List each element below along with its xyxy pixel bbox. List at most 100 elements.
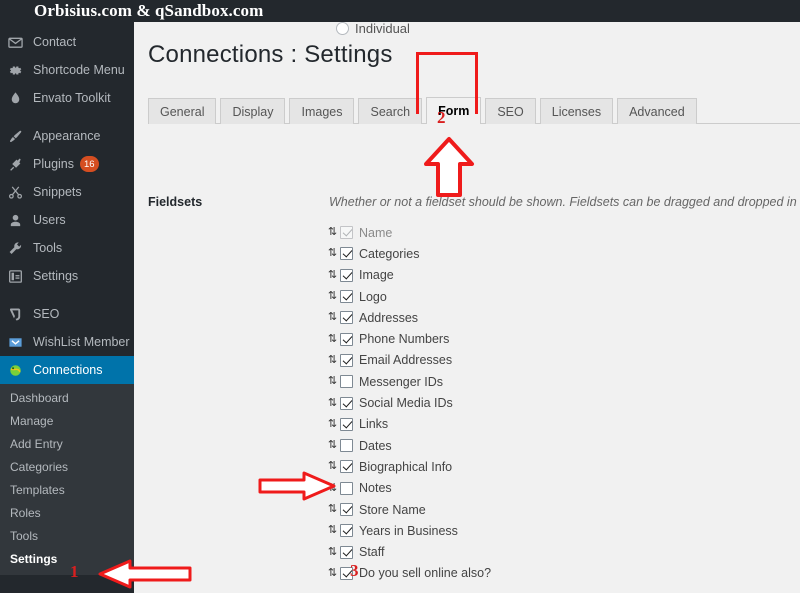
fieldset-checkbox[interactable] <box>340 503 353 516</box>
drag-handle-icon[interactable]: ⇅ <box>327 546 338 558</box>
fieldset-row[interactable]: ⇅ Email Addresses <box>327 350 491 371</box>
fieldset-checkbox[interactable] <box>340 311 353 325</box>
drag-handle-icon[interactable]: ⇅ <box>327 376 338 387</box>
drag-handle-icon[interactable]: ⇅ <box>327 291 338 302</box>
fieldset-row[interactable]: ⇅ Years in Business <box>327 520 491 541</box>
submenu-item-settings[interactable]: Settings <box>0 548 134 571</box>
fieldset-row[interactable]: ⇅ Categories <box>327 243 491 264</box>
fieldset-checkbox[interactable] <box>340 332 353 346</box>
fieldset-row[interactable]: ⇅ Store Name <box>327 499 491 520</box>
drag-handle-icon[interactable]: ⇅ <box>327 397 338 409</box>
tab-label: Images <box>301 105 343 119</box>
fieldset-checkbox[interactable] <box>340 439 353 453</box>
submenu-item-categories[interactable]: Categories <box>0 456 134 479</box>
tab-display[interactable]: Display <box>220 98 286 124</box>
sidebar-item-shortcode-menu[interactable]: Shortcode Menu <box>0 56 134 84</box>
wrench-icon <box>8 239 28 257</box>
fieldset-row[interactable]: ⇅ Links <box>327 414 491 435</box>
sidebar-item-wishlist-member[interactable]: WishList Member <box>0 328 134 356</box>
fieldset-row[interactable]: ⇅ Staff <box>327 541 491 562</box>
tab-label: SEO <box>497 105 524 119</box>
sidebar-item-envato-toolkit[interactable]: Envato Toolkit <box>0 84 134 112</box>
drag-handle-icon[interactable]: ⇅ <box>327 525 338 536</box>
drag-handle-icon[interactable]: ⇅ <box>327 504 338 515</box>
fieldset-row[interactable]: ⇅ Dates <box>327 435 491 456</box>
fieldset-checkbox[interactable] <box>340 481 353 495</box>
fieldset-checkbox[interactable] <box>340 268 353 282</box>
sidebar-item-label: Snippets <box>33 185 82 199</box>
fieldset-label: Logo <box>359 289 387 304</box>
tab-search[interactable]: Search <box>358 98 423 124</box>
fieldset-row[interactable]: ⇅ Phone Numbers <box>327 328 491 349</box>
fieldset-checkbox[interactable] <box>340 290 353 304</box>
fieldset-checkbox[interactable] <box>340 545 353 559</box>
submenu-item-label: Dashboard <box>10 391 69 405</box>
tab-advanced[interactable]: Advanced <box>617 98 697 124</box>
fieldset-label: Name <box>359 225 393 240</box>
fieldset-row[interactable]: ⇅ Image <box>327 265 491 286</box>
drag-handle-icon[interactable]: ⇅ <box>327 461 338 472</box>
fieldset-checkbox[interactable] <box>340 460 353 474</box>
sidebar-item-plugins[interactable]: Plugins 16 <box>0 150 134 178</box>
admin-sidebar: Contact Shortcode Menu Envato Toolkit Ap… <box>0 22 142 593</box>
fieldset-checkbox[interactable] <box>340 353 353 367</box>
drag-handle-icon[interactable]: ⇅ <box>327 248 338 259</box>
fieldset-label: Dates <box>359 438 392 453</box>
fieldset-checkbox[interactable] <box>340 247 353 261</box>
fieldsets-list: ⇅ Name ⇅ Categories ⇅ Image ⇅ Logo ⇅ Addresses ⇅ Ph… <box>327 222 491 584</box>
sidebar-item-settings[interactable]: Settings <box>0 262 134 290</box>
fieldset-row[interactable]: ⇅ Social Media IDs <box>327 392 491 413</box>
submenu-item-tools[interactable]: Tools <box>0 525 134 548</box>
paintbrush-icon <box>8 127 28 145</box>
sidebar-item-label: Shortcode Menu <box>33 63 125 77</box>
drag-handle-icon[interactable]: ⇅ <box>327 354 338 366</box>
fieldset-row[interactable]: ⇅ Notes <box>327 478 491 499</box>
sidebar-item-connections[interactable]: Connections <box>0 356 142 384</box>
fieldset-checkbox <box>340 226 353 240</box>
sidebar-item-appearance[interactable]: Appearance <box>0 122 134 150</box>
drag-handle-icon[interactable]: ⇅ <box>327 333 338 345</box>
annotation-marker-2: 2 <box>437 108 446 127</box>
tab-general[interactable]: General <box>148 98 217 124</box>
fieldset-checkbox[interactable] <box>340 396 353 410</box>
page-title: Connections : Settings <box>148 41 393 68</box>
drag-handle-icon[interactable]: ⇅ <box>327 312 338 323</box>
fieldset-label: Do you sell online also? <box>359 566 492 581</box>
fieldset-row[interactable]: ⇅ Messenger IDs <box>327 371 491 392</box>
entry-type-individual-radio[interactable]: Individual <box>336 22 410 36</box>
submenu-item-templates[interactable]: Templates <box>0 479 134 502</box>
drag-handle-icon[interactable]: ⇅ <box>327 227 338 238</box>
sidebar-item-contact[interactable]: Contact <box>0 28 134 56</box>
fieldset-row[interactable]: ⇅ Biographical Info <box>327 456 491 477</box>
tab-images[interactable]: Images <box>289 98 355 124</box>
tab-licenses[interactable]: Licenses <box>539 98 614 124</box>
fieldset-checkbox[interactable] <box>340 375 353 389</box>
fieldset-label: Years in Business <box>359 523 458 538</box>
submenu-item-roles[interactable]: Roles <box>0 502 134 525</box>
sidebar-item-tools[interactable]: Tools <box>0 234 134 262</box>
drag-handle-icon[interactable]: ⇅ <box>327 418 338 430</box>
tab-seo[interactable]: SEO <box>485 98 536 124</box>
fieldset-row[interactable]: ⇅ Addresses <box>327 307 491 328</box>
sidebar-item-snippets[interactable]: Snippets <box>0 178 134 206</box>
fieldset-row[interactable]: ⇅ Name <box>327 222 491 243</box>
sidebar-item-label: Tools <box>33 241 63 255</box>
sidebar-item-seo[interactable]: SEO <box>0 300 134 328</box>
sidebar-item-label: Connections <box>33 363 103 377</box>
fieldset-row[interactable]: ⇅ Logo <box>327 286 491 307</box>
fieldset-label: Phone Numbers <box>359 332 450 347</box>
submenu-item-manage[interactable]: Manage <box>0 410 134 433</box>
submenu-item-dashboard[interactable]: Dashboard <box>0 387 134 410</box>
drag-handle-icon[interactable]: ⇅ <box>327 567 338 579</box>
drag-handle-icon[interactable]: ⇅ <box>327 440 338 451</box>
sidebar-item-users[interactable]: Users <box>0 206 134 234</box>
site-title[interactable]: Orbisius.com & qSandbox.com <box>34 1 263 21</box>
tab-label: Search <box>370 105 411 119</box>
droplet-icon <box>8 89 28 107</box>
fieldset-checkbox[interactable] <box>340 524 353 538</box>
submenu-item-add-entry[interactable]: Add Entry <box>0 433 134 456</box>
submenu-item-label: Categories <box>10 460 69 474</box>
drag-handle-icon[interactable]: ⇅ <box>327 482 338 494</box>
fieldset-checkbox[interactable] <box>340 417 353 431</box>
drag-handle-icon[interactable]: ⇅ <box>327 269 338 281</box>
